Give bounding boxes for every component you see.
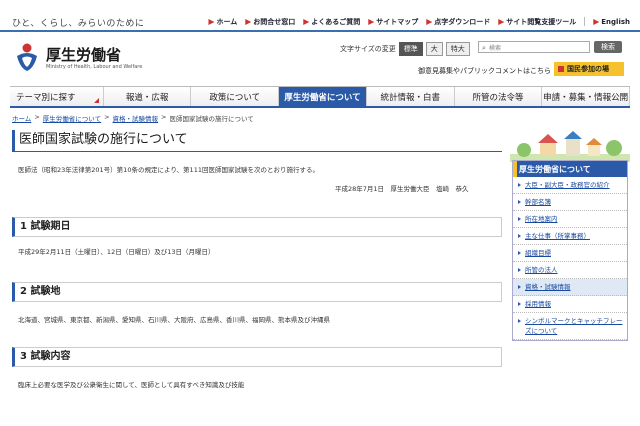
public-comment-link[interactable]: 御意見募集やパブリックコメントはこちら bbox=[418, 66, 551, 76]
section-body-date: 平成29年2月11日（土曜日）、12日（日曜日）及び13日（月曜日） bbox=[18, 248, 215, 256]
sidebar-item-goals[interactable]: 組織目標 bbox=[513, 245, 627, 262]
intro-text: 医師法（昭和23年法律第201号）第10条の規定により、第111回医師国家試験を… bbox=[18, 166, 319, 174]
arrow-icon bbox=[245, 19, 252, 25]
square-icon bbox=[558, 66, 564, 72]
breadcrumb: ホーム > 厚生労働省について > 資格・試験情報 > 医師国家試験の施行について bbox=[12, 113, 254, 123]
sidebar-item-recruitment[interactable]: 採用情報 bbox=[513, 296, 627, 313]
util-link-faq[interactable]: よくあるご質問 bbox=[303, 17, 360, 27]
sidebar-item-corporations[interactable]: 所管の法人 bbox=[513, 262, 627, 279]
arrow-icon bbox=[368, 19, 375, 25]
participation-button[interactable]: 国民参加の場 bbox=[554, 62, 624, 76]
search-button[interactable]: 検索 bbox=[594, 41, 622, 53]
search-input[interactable]: 検索 bbox=[478, 41, 590, 53]
arrow-icon bbox=[426, 19, 433, 25]
arrow-icon bbox=[208, 19, 215, 25]
nav-theme[interactable]: テーマ別に探す bbox=[10, 87, 104, 106]
nav-press[interactable]: 報道・広報 bbox=[103, 87, 192, 106]
font-size-xlarge-button[interactable]: 特大 bbox=[445, 42, 470, 56]
sidebar-item-symbol[interactable]: シンボルマークとキャッチフレーズについて bbox=[513, 313, 627, 340]
signature-line: 平成28年7月1日 厚生労働大臣 塩崎 恭久 bbox=[335, 185, 469, 193]
logo-title[interactable]: 厚生労働省 bbox=[46, 44, 121, 65]
util-link-contact[interactable]: お問合せ窓口 bbox=[245, 17, 295, 27]
global-nav: テーマ別に探す 報道・広報 政策について 厚生労働省について 統計情報・白書 所… bbox=[10, 86, 631, 108]
sidebar-title[interactable]: 厚生労働省について bbox=[513, 161, 627, 177]
page-title: 医師国家試験の施行について bbox=[12, 130, 502, 152]
search-icon: ⌕ bbox=[482, 44, 486, 52]
utility-links: ホーム お問合せ窓口 よくあるご質問 サイトマップ 点字ダウンロード サイト閲覧… bbox=[208, 17, 630, 27]
nav-statistics[interactable]: 統計情報・白書 bbox=[366, 87, 455, 106]
section-heading-content: 3 試験内容 bbox=[12, 347, 502, 367]
arrow-icon bbox=[593, 19, 600, 25]
font-size-large-button[interactable]: 大 bbox=[425, 42, 443, 56]
util-link-home[interactable]: ホーム bbox=[208, 17, 237, 27]
participation-label: 国民参加の場 bbox=[567, 65, 609, 73]
breadcrumb-home[interactable]: ホーム bbox=[12, 113, 31, 123]
util-link-braille[interactable]: 点字ダウンロード bbox=[426, 17, 490, 27]
breadcrumb-current: 医師国家試験の施行について bbox=[169, 115, 254, 123]
sidebar-item-duties[interactable]: 主な仕事（所掌事務） bbox=[513, 228, 627, 245]
section-heading-location: 2 試験地 bbox=[12, 282, 502, 302]
font-size-label: 文字サイズの変更 bbox=[340, 45, 396, 53]
arrow-icon bbox=[303, 19, 310, 25]
util-link-english[interactable]: English bbox=[593, 17, 630, 27]
utility-bar: ひと、くらし、みらいのために ホーム お問合せ窓口 よくあるご質問 サイトマップ… bbox=[0, 14, 640, 30]
nav-policy[interactable]: 政策について bbox=[191, 87, 280, 106]
tagline: ひと、くらし、みらいのために bbox=[12, 19, 145, 29]
nav-applications[interactable]: 申請・募集・情報公開 bbox=[542, 87, 631, 106]
breadcrumb-qualifications[interactable]: 資格・試験情報 bbox=[113, 113, 159, 123]
util-link-sitemap[interactable]: サイトマップ bbox=[368, 17, 418, 27]
logo-subtitle: Ministry of Health, Labour and Welfare bbox=[46, 64, 143, 70]
header-rule bbox=[0, 30, 640, 32]
breadcrumb-about[interactable]: 厚生労働省について bbox=[43, 113, 101, 123]
nav-about[interactable]: 厚生労働省について bbox=[279, 87, 367, 106]
divider bbox=[584, 17, 586, 26]
section-body-location: 北海道、宮城県、東京都、新潟県、愛知県、石川県、大阪府、広島県、香川県、福岡県、… bbox=[18, 316, 330, 324]
sidebar-item-location[interactable]: 所在地案内 bbox=[513, 211, 627, 228]
ministry-logo-icon[interactable] bbox=[14, 42, 40, 72]
section-heading-date: 1 試験期日 bbox=[12, 217, 502, 237]
util-link-accessibility[interactable]: サイト閲覧支援ツール bbox=[498, 17, 576, 27]
section-body-content: 臨床上必要な医学及び公衆衛生に関して、医師として具有すべき知識及び技能 bbox=[18, 381, 245, 389]
page: ひと、くらし、みらいのために ホーム お問合せ窓口 よくあるご質問 サイトマップ… bbox=[0, 0, 640, 426]
sidebar: 厚生労働省について 大臣・副大臣・政務官の紹介 幹部名簿 所在地案内 主な仕事（… bbox=[512, 160, 628, 341]
sidebar-item-executives[interactable]: 幹部名簿 bbox=[513, 194, 627, 211]
nav-laws[interactable]: 所管の法令等 bbox=[454, 87, 543, 106]
arrow-icon bbox=[498, 19, 505, 25]
town-illustration-icon bbox=[510, 131, 630, 162]
sidebar-item-qualifications[interactable]: 資格・試験情報 bbox=[513, 279, 627, 296]
sidebar-item-ministers[interactable]: 大臣・副大臣・政務官の紹介 bbox=[513, 177, 627, 194]
font-size-standard-button[interactable]: 標準 bbox=[398, 42, 423, 56]
font-size-control: 文字サイズの変更 標準 大 特大 bbox=[340, 42, 470, 56]
